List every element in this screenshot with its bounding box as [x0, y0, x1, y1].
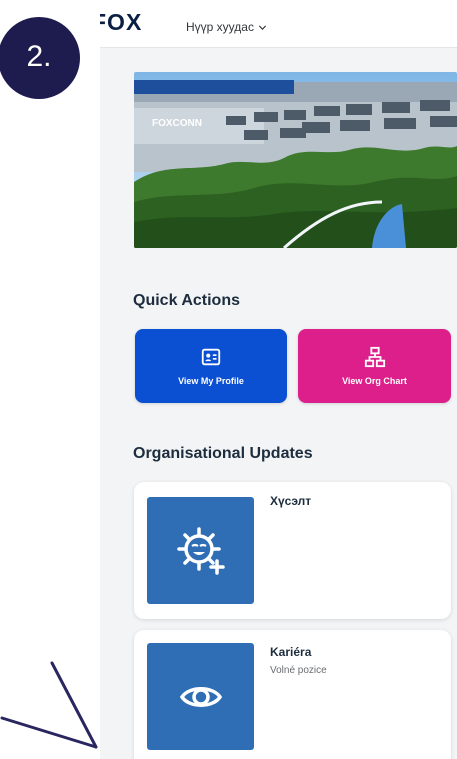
top-bar: FOX Нүүр хуудас	[100, 0, 457, 48]
update-card-requests[interactable]: Хүсэлт	[134, 482, 451, 619]
organisational-updates-title: Organisational Updates	[133, 445, 313, 462]
chevron-down-icon	[258, 24, 267, 30]
step-badge-label: 2.	[26, 40, 52, 73]
company-logo[interactable]: FOX	[100, 9, 142, 36]
hero-banner-image: FOXCONN	[134, 72, 457, 248]
gear-plus-icon	[176, 526, 225, 575]
profile-card-icon	[201, 348, 221, 366]
eye-icon	[179, 686, 222, 707]
update-card-title: Kariéra	[270, 645, 312, 659]
org-chart-icon	[364, 346, 385, 368]
view-my-profile-tile[interactable]: View My Profile	[135, 329, 287, 403]
home-selector[interactable]: Нүүр хуудас	[186, 20, 267, 34]
view-my-profile-label: View My Profile	[178, 376, 244, 386]
update-card-career[interactable]: Kariéra Volné pozice	[134, 630, 451, 759]
app-screen: FOX Нүүр хуудас FOXCONN	[100, 0, 457, 759]
view-org-chart-tile[interactable]: View Org Chart	[298, 329, 451, 403]
foxconn-sign: FOXCONN	[152, 118, 202, 129]
home-selector-label: Нүүр хуудас	[186, 20, 254, 34]
update-card-subtitle: Volné pozice	[270, 665, 327, 676]
view-org-chart-label: View Org Chart	[342, 376, 407, 386]
quick-actions-title: Quick Actions	[133, 292, 240, 309]
left-margin	[0, 0, 100, 759]
update-card-title: Хүсэлт	[270, 494, 312, 508]
update-card-thumbnail	[147, 643, 254, 750]
update-card-thumbnail	[147, 497, 254, 604]
